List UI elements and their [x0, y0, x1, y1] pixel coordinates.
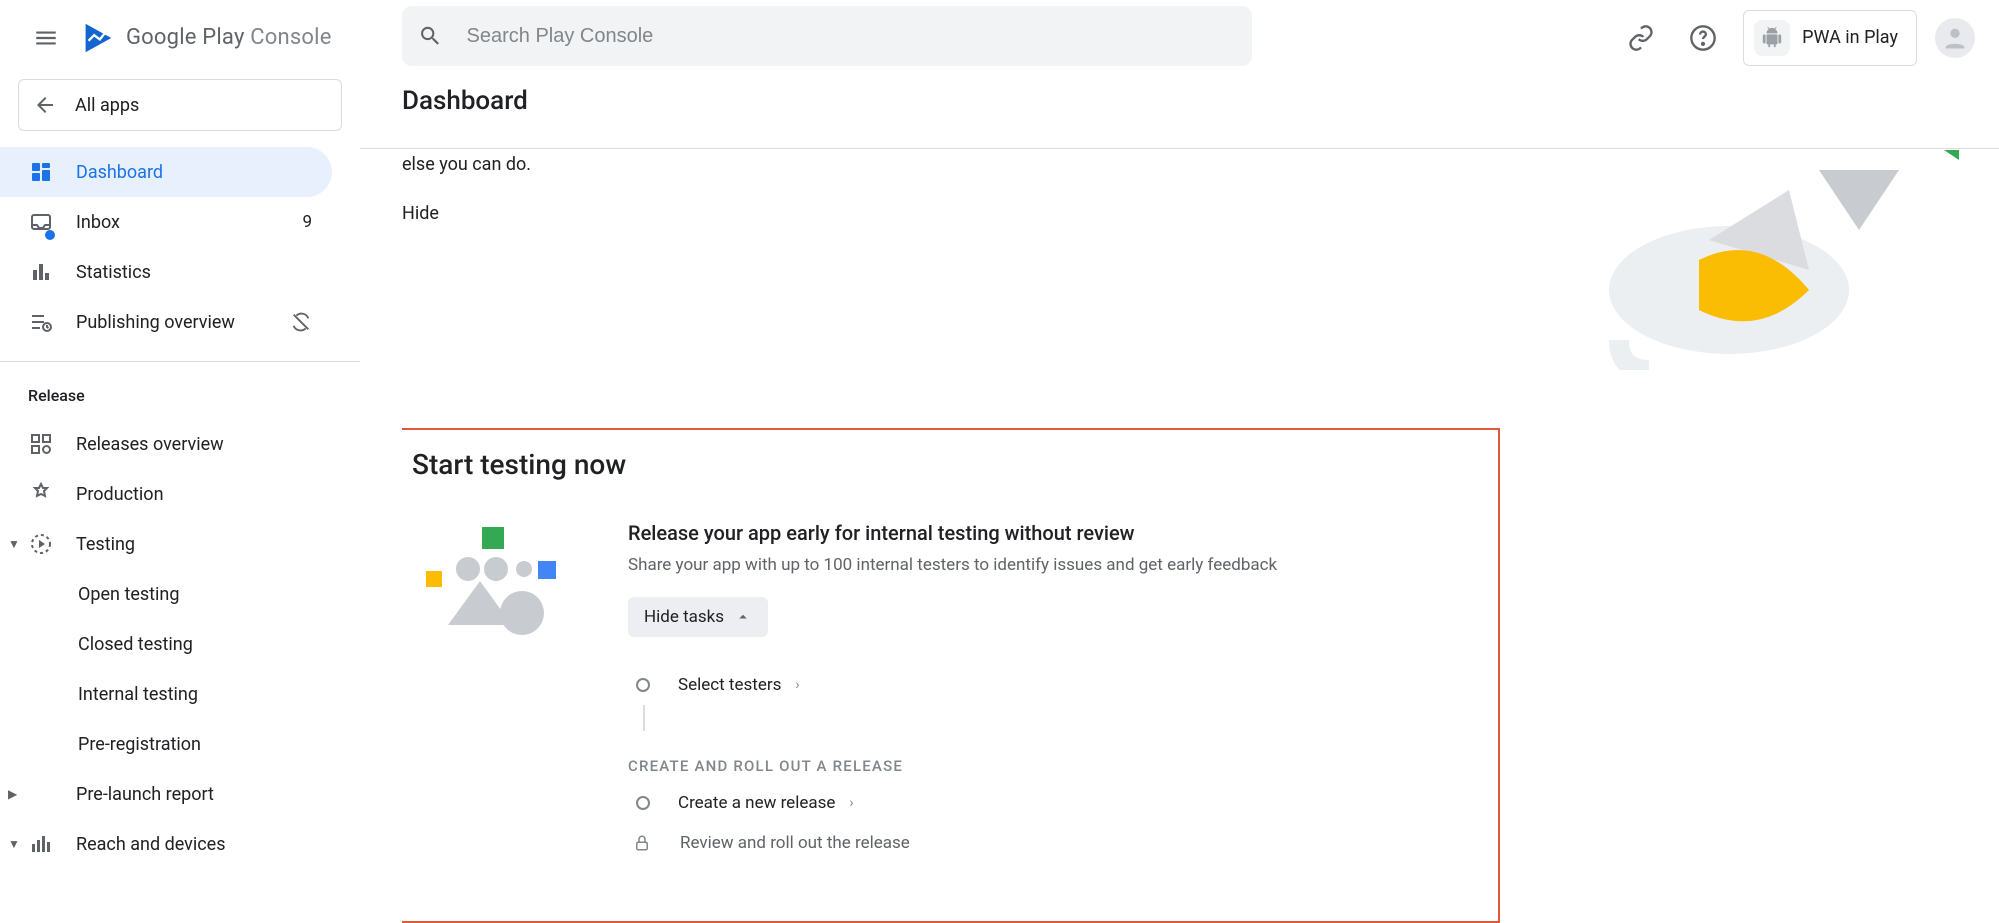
sidebar-label: Internal testing: [78, 684, 198, 705]
sidebar-item-production[interactable]: Production: [0, 469, 332, 519]
sidebar-label: Testing: [76, 534, 135, 555]
search-icon: [418, 23, 443, 49]
app-switcher[interactable]: PWA in Play: [1743, 10, 1917, 66]
task-review-rollout[interactable]: Review and roll out the release: [628, 823, 1277, 863]
task-create-release[interactable]: Create a new release ›: [628, 783, 1277, 823]
caret-down-icon: ▼: [8, 837, 20, 851]
chevron-up-icon: [734, 608, 752, 626]
releases-overview-icon: [28, 432, 54, 456]
sidebar-item-inbox[interactable]: Inbox 9: [0, 197, 332, 247]
task-label: Review and roll out the release: [680, 833, 910, 853]
production-icon: [28, 482, 54, 506]
sidebar-label: Pre-launch report: [76, 784, 214, 805]
hero-illustration: [1559, 150, 1959, 370]
logo[interactable]: Google Play Console: [80, 21, 332, 55]
sidebar-item-closed-testing[interactable]: Closed testing: [0, 619, 332, 669]
sidebar-label: Releases overview: [76, 434, 224, 455]
caret-down-icon: ▼: [8, 537, 20, 551]
app-switcher-label: PWA in Play: [1802, 27, 1898, 48]
sidebar: All apps Dashboard Inbox 9 Statistics Pu…: [0, 0, 360, 923]
chevron-right-icon: ›: [849, 795, 853, 811]
inbox-badge: 9: [302, 212, 312, 232]
task-label: Create a new release: [678, 793, 835, 813]
help-button[interactable]: [1681, 16, 1725, 60]
sidebar-label: Production: [76, 484, 164, 505]
intro-text-fragment: else you can do.: [402, 154, 1959, 175]
caret-right-icon: ▶: [8, 787, 17, 801]
reach-devices-icon: [28, 832, 54, 856]
logo-text: Google Play Console: [126, 25, 332, 50]
sidebar-label: Reach and devices: [76, 834, 226, 855]
hide-tasks-button[interactable]: Hide tasks: [628, 597, 768, 637]
arrow-back-icon: [33, 93, 57, 117]
play-console-logo-icon: [80, 21, 114, 55]
task-label: Select testers: [678, 675, 781, 695]
hamburger-icon: [33, 25, 59, 51]
card-heading: Release your app early for internal test…: [628, 521, 1277, 545]
sidebar-label: Closed testing: [78, 634, 193, 655]
sidebar-item-pre-launch-report[interactable]: ▶ Pre-launch report: [0, 769, 332, 819]
dashboard-icon: [28, 160, 54, 184]
all-apps-label: All apps: [75, 95, 139, 116]
account-avatar[interactable]: [1935, 18, 1975, 58]
publishing-overview-icon: [28, 310, 54, 334]
tasks-list: Select testers › CREATE AND ROLL OUT A R…: [628, 665, 1277, 863]
sidebar-item-open-testing[interactable]: Open testing: [0, 569, 332, 619]
task-connector: [643, 705, 645, 731]
topbar-right: PWA in Play: [1619, 0, 1975, 75]
link-button[interactable]: [1619, 16, 1663, 60]
search-input[interactable]: [465, 24, 1236, 49]
section-label-release: Release: [0, 378, 360, 419]
sidebar-item-reach-and-devices[interactable]: ▼ Reach and devices: [0, 819, 332, 869]
android-icon: [1754, 20, 1790, 56]
sidebar-item-releases-overview[interactable]: Releases overview: [0, 419, 332, 469]
header-divider: [360, 148, 1999, 149]
testing-icon: [28, 532, 54, 556]
start-testing-card: Start testing now Release your app early…: [402, 428, 1500, 923]
testing-illustration: [422, 521, 572, 651]
sidebar-label: Inbox: [76, 212, 120, 233]
lock-icon: [632, 833, 652, 853]
card-subheading: Share your app with up to 100 internal t…: [628, 555, 1277, 575]
hide-tasks-label: Hide tasks: [644, 607, 724, 627]
card-text: Release your app early for internal test…: [628, 521, 1277, 863]
sidebar-label: Pre-registration: [78, 734, 201, 755]
sidebar-item-publishing-overview[interactable]: Publishing overview: [0, 297, 332, 347]
help-icon: [1689, 24, 1717, 52]
sidebar-item-internal-testing[interactable]: Internal testing: [0, 669, 332, 719]
all-apps-button[interactable]: All apps: [18, 79, 342, 131]
chevron-right-icon: ›: [795, 677, 799, 693]
hide-link[interactable]: Hide: [402, 203, 439, 224]
sidebar-item-statistics[interactable]: Statistics: [0, 247, 332, 297]
sidebar-item-pre-registration[interactable]: Pre-registration: [0, 719, 332, 769]
topbar: Google Play Console PWA in Play: [0, 0, 1999, 75]
inbox-unread-dot: [45, 230, 55, 240]
card-title: Start testing now: [412, 448, 1468, 481]
sidebar-label: Dashboard: [76, 162, 163, 183]
task-bullet-icon: [636, 796, 650, 810]
sidebar-item-testing[interactable]: ▼ Testing: [0, 519, 332, 569]
statistics-icon: [28, 260, 54, 284]
avatar-icon: [1941, 24, 1969, 52]
subsection-label: CREATE AND ROLL OUT A RELEASE: [628, 757, 1277, 775]
main-content: else you can do. Hide Start testing now: [402, 150, 1959, 923]
sidebar-label: Publishing overview: [76, 312, 235, 333]
task-bullet-icon: [636, 678, 650, 692]
page-title: Dashboard: [402, 86, 1999, 116]
search-box[interactable]: [402, 6, 1252, 66]
hamburger-menu-button[interactable]: [22, 14, 70, 62]
sync-off-icon: [290, 311, 312, 333]
link-icon: [1627, 24, 1655, 52]
sidebar-item-dashboard[interactable]: Dashboard: [0, 147, 332, 197]
content-header: Dashboard: [402, 86, 1999, 144]
sidebar-label: Statistics: [76, 262, 151, 283]
sidebar-divider: [0, 361, 360, 362]
sidebar-label: Open testing: [78, 584, 179, 605]
task-select-testers[interactable]: Select testers ›: [628, 665, 1277, 705]
